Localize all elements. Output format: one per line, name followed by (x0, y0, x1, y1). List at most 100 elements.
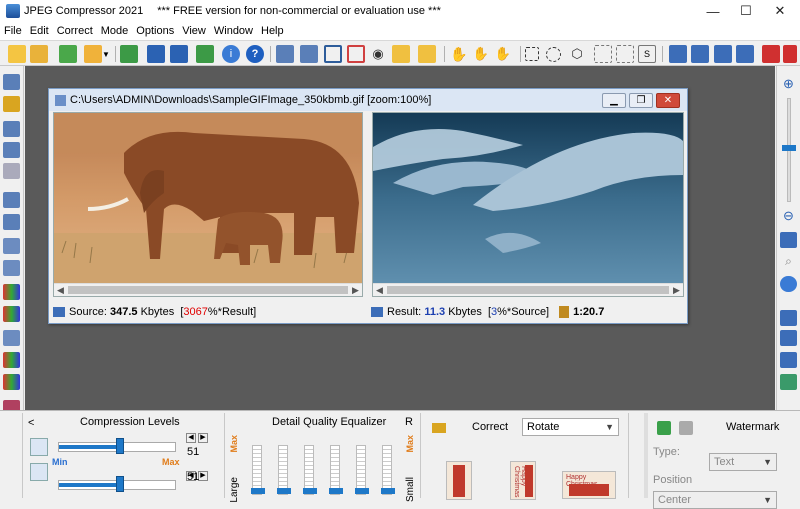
browse-folder-icon[interactable] (84, 45, 102, 63)
eq-thumb-5[interactable] (355, 488, 369, 494)
equalizer-reset-button[interactable]: R (405, 416, 413, 428)
layout-4-icon[interactable] (736, 45, 754, 63)
zoom-in-icon[interactable] (3, 121, 20, 137)
chevron-down-icon[interactable]: ▼ (101, 45, 111, 63)
eq-thumb-1[interactable] (251, 488, 265, 494)
hand-icon[interactable]: ✋ (450, 45, 468, 63)
compression-thumb-2[interactable] (116, 476, 125, 492)
scroll-left-icon[interactable]: ◀ (373, 284, 386, 296)
layout-2-icon[interactable] (691, 45, 709, 63)
doc-restore-button[interactable]: ❐ (629, 93, 653, 108)
zoom-out-icon[interactable] (3, 142, 20, 158)
compare-icon[interactable] (276, 45, 294, 63)
menu-mode[interactable]: Mode (97, 25, 133, 37)
eq-band-1[interactable] (251, 445, 265, 495)
save-as-icon[interactable] (170, 45, 188, 63)
menu-correct[interactable]: Correct (53, 25, 97, 37)
eq-band-4[interactable] (329, 445, 343, 495)
import-icon[interactable] (120, 45, 138, 63)
rect-select-icon[interactable] (525, 47, 539, 61)
split-view-icon[interactable] (300, 45, 318, 63)
layout-1-icon[interactable] (669, 45, 687, 63)
menu-window[interactable]: Window (210, 25, 257, 37)
save-icon[interactable] (147, 45, 165, 63)
fit-icon[interactable] (3, 163, 20, 179)
level1-increase-button[interactable]: ▶ (198, 433, 208, 443)
brush-icon[interactable] (392, 45, 410, 63)
crop-icon[interactable] (324, 45, 342, 63)
magnifier-icon[interactable]: ⌕ (780, 254, 797, 270)
position-select[interactable]: Center ▼ (653, 491, 777, 509)
zoom-slider-track[interactable] (782, 98, 796, 202)
level2-increase-button[interactable]: ▶ (198, 471, 208, 481)
scroll-right-icon[interactable]: ▶ (670, 284, 683, 296)
select-all-icon[interactable] (594, 45, 612, 63)
view-a-icon[interactable] (3, 192, 20, 208)
hand-zoom-icon[interactable]: ✋ (472, 45, 490, 63)
source-image-pane[interactable]: ◀ ▶ (53, 112, 363, 297)
add-watermark-icon[interactable] (657, 421, 671, 435)
thumbnail-rotate-ccw[interactable] (446, 461, 472, 500)
ellipse-select-icon[interactable] (546, 47, 561, 62)
result-hscrollbar[interactable]: ◀ ▶ (373, 283, 683, 296)
color-mode-icon[interactable] (30, 463, 48, 481)
open-folder-icon[interactable] (8, 45, 26, 63)
collapse-left-button[interactable]: < (28, 417, 34, 429)
palette-a-icon[interactable] (3, 330, 20, 346)
zoom-window-icon[interactable] (3, 74, 20, 90)
layout-3-icon[interactable] (714, 45, 732, 63)
histogram-a-icon[interactable] (3, 284, 20, 300)
source-hscrollbar[interactable]: ◀ ▶ (54, 283, 362, 296)
eq-band-2[interactable] (277, 445, 291, 495)
key-icon[interactable] (3, 96, 20, 112)
grid-b-icon[interactable] (3, 260, 20, 276)
level1-decrease-button[interactable]: ◀ (186, 433, 196, 443)
menu-options[interactable]: Options (132, 25, 178, 37)
download-icon[interactable] (780, 374, 797, 390)
polygon-select-icon[interactable]: ⬡ (568, 45, 586, 63)
minimize-button[interactable]: — (696, 0, 730, 22)
result-scroll-thumb[interactable] (387, 286, 669, 294)
zoom-out-icon[interactable]: ⊖ (780, 208, 797, 224)
fit-window-icon[interactable] (780, 232, 797, 248)
eye-icon[interactable]: ◉ (369, 45, 387, 63)
eq-band-3[interactable] (303, 445, 317, 495)
menu-edit[interactable]: Edit (26, 25, 53, 37)
panel-c-icon[interactable] (780, 352, 797, 368)
open-recent-icon[interactable] (30, 45, 48, 63)
hand-select-icon[interactable]: ✋ (494, 45, 512, 63)
palette-c-icon[interactable] (3, 374, 20, 390)
thumbnail-rotate-cw[interactable]: Happy Christmas (510, 461, 536, 500)
menu-view[interactable]: View (178, 25, 210, 37)
palette-b-icon[interactable] (3, 352, 20, 368)
remove-watermark-icon[interactable] (679, 421, 693, 435)
select-s-icon[interactable]: S (638, 45, 656, 63)
layout-red-icon[interactable] (762, 45, 780, 63)
eq-band-5[interactable] (355, 445, 369, 495)
zoom-slider-thumb[interactable] (782, 145, 796, 151)
help-icon[interactable]: ? (246, 45, 264, 63)
view-b-icon[interactable] (3, 214, 20, 230)
panel-a-icon[interactable] (780, 310, 797, 326)
result-image-pane[interactable]: ◀ ▶ (372, 112, 684, 297)
export-icon[interactable] (196, 45, 214, 63)
compression-slider-1[interactable] (58, 438, 176, 454)
doc-close-button[interactable]: ✕ (656, 93, 680, 108)
reload-icon[interactable] (59, 45, 77, 63)
compression-slider-2[interactable] (58, 476, 176, 492)
layout-red-2-icon[interactable] (783, 45, 797, 63)
select-crop-icon[interactable] (347, 45, 365, 63)
source-scroll-thumb[interactable] (68, 286, 348, 294)
grid-a-icon[interactable] (3, 238, 20, 254)
edit-icon[interactable] (418, 45, 436, 63)
scroll-right-icon[interactable]: ▶ (349, 284, 362, 296)
eq-thumb-3[interactable] (303, 488, 317, 494)
close-button[interactable]: ✕ (763, 0, 797, 22)
eq-thumb-2[interactable] (277, 488, 291, 494)
thumbnail-flip[interactable]: Happy Christmas (562, 471, 616, 499)
eq-thumb-6[interactable] (381, 488, 395, 494)
info-icon[interactable]: i (222, 45, 240, 63)
histogram-b-icon[interactable] (3, 306, 20, 322)
maximize-button[interactable]: ☐ (729, 0, 763, 22)
compression-thumb-1[interactable] (116, 438, 125, 454)
